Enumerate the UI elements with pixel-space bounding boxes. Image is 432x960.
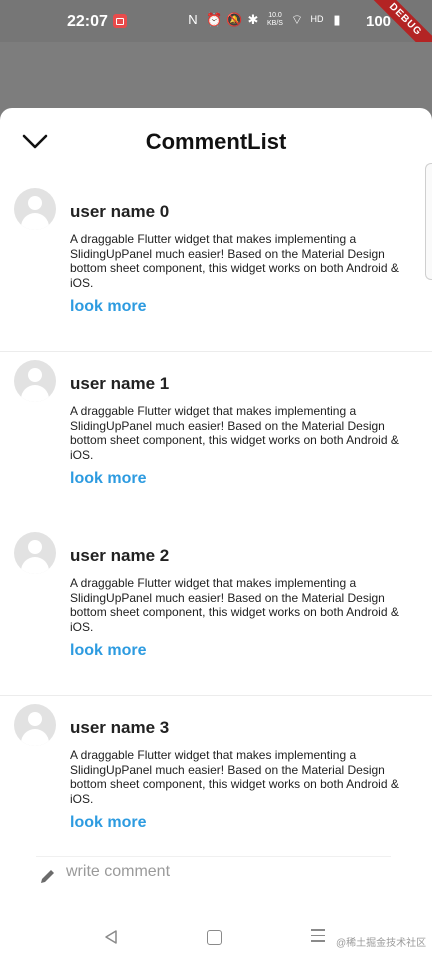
comment-text: A draggable Flutter widget that makes im… [70,576,399,634]
comment-item: user name 0 A draggable Flutter widget t… [0,180,432,352]
background-scrim[interactable] [0,42,432,108]
status-icons: N ⏰ 🔕 ✱ 10.0 KB/S ⌔ HD ▮ [186,12,344,27]
look-more-link[interactable]: look more [70,642,146,660]
wifi-icon: ⌔ [290,12,304,27]
user-name: user name 0 [70,202,170,221]
page-title: CommentList [145,129,287,154]
system-nav-bar: @稀土掘金技术社区 [0,908,432,960]
watermark: @稀土掘金技术社区 [336,938,427,949]
comment-input[interactable]: write comment [66,863,170,881]
avatar-icon [14,532,56,574]
hd-icon: HD [310,14,324,24]
look-more-link[interactable]: look more [70,470,146,488]
status-time: 22:07 [67,13,108,30]
network-speed: 10.0 KB/S [267,12,283,27]
comment-list: user name 0 A draggable Flutter widget t… [0,180,432,868]
user-name: user name 1 [70,374,170,393]
comment-composer[interactable]: write comment [36,856,391,895]
avatar-icon [14,360,56,402]
sheet-header: CommentList [0,108,432,176]
avatar-icon [14,188,56,230]
comment-item: user name 1 A draggable Flutter widget t… [0,352,432,524]
battery-level: 100 [366,13,392,30]
comment-item: user name 2 A draggable Flutter widget t… [0,524,432,696]
signal-icon: ▮ [333,12,341,27]
alarm-icon: ⏰ [206,12,223,27]
look-more-link[interactable]: look more [70,298,146,316]
comment-text: A draggable Flutter widget that makes im… [70,232,399,290]
home-icon[interactable] [207,930,222,945]
nfc-icon: N [188,12,198,27]
avatar-icon [14,704,56,746]
status-bar: 22:07 N ⏰ 🔕 ✱ 10.0 KB/S ⌔ HD ▮ 100 DEBUG [0,0,432,65]
pencil-icon [41,870,54,883]
menu-icon[interactable] [311,929,325,946]
bluetooth-icon: ✱ [247,12,259,27]
user-name: user name 3 [70,718,170,737]
screen-record-icon [113,14,127,28]
comment-text: A draggable Flutter widget that makes im… [70,404,399,462]
mute-icon: 🔕 [226,12,243,27]
look-more-link[interactable]: look more [70,814,146,832]
comment-text: A draggable Flutter widget that makes im… [70,748,399,806]
back-icon[interactable] [104,929,118,945]
comment-sheet: CommentList user name 0 A draggable Flut… [0,108,432,960]
comment-item: user name 3 A draggable Flutter widget t… [0,696,432,868]
user-name: user name 2 [70,546,170,565]
